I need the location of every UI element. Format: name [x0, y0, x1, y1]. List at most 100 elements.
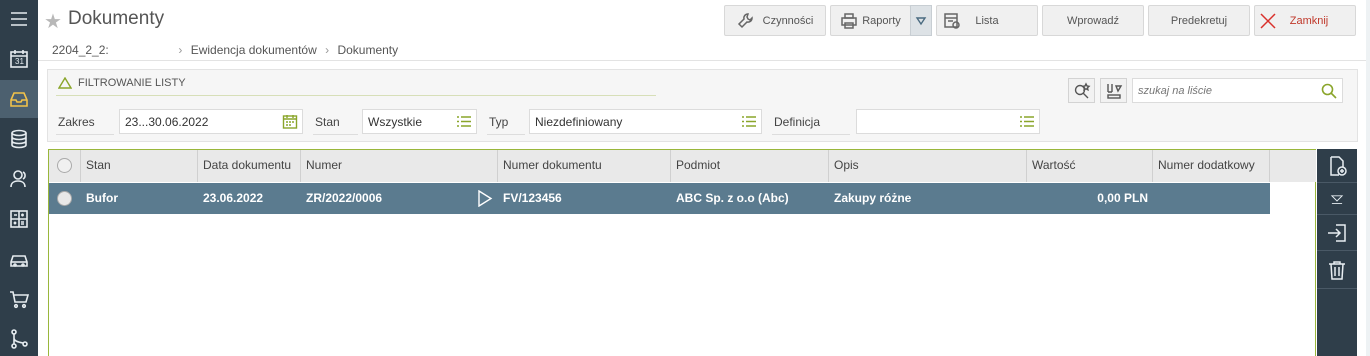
lista-label: Lista [975, 14, 999, 27]
favorite-star-icon[interactable]: ★ [44, 9, 62, 34]
czynnosci-label: Czynności [762, 14, 814, 27]
filter-funnel-icon [1106, 83, 1122, 99]
typ-label-underline [487, 134, 525, 135]
breadcrumb-item-ewidencja[interactable]: Ewidencja dokumentów [191, 43, 317, 57]
filter-head-divider [56, 95, 656, 96]
cell-wartosc: 0,00 PLN [1097, 191, 1148, 205]
search-input[interactable] [1138, 83, 1318, 99]
raporty-label: Raporty [862, 14, 901, 27]
zamknij-label: Zamknij [1289, 14, 1329, 27]
cell-opis: Zakupy różne [834, 191, 912, 205]
import-button[interactable] [1317, 215, 1357, 251]
column-header-data-dokumentu[interactable]: Data dokumentu [197, 150, 300, 182]
predekretuj-button[interactable]: Predekretuj [1148, 5, 1250, 36]
list-settings-icon [944, 13, 960, 29]
breadcrumb: 2204_2_2: › Ewidencja dokumentów › Dokum… [52, 43, 398, 57]
list-icon [457, 116, 471, 127]
app-window: 31 ★ Dokumenty 2204_2_2: › Ewidencja dok… [0, 0, 1370, 356]
column-header-numer[interactable]: Numer [300, 150, 497, 182]
left-navigation: 31 [0, 0, 38, 356]
cell-data-dokumentu: 23.06.2022 [203, 191, 264, 205]
window-right-edge [1366, 0, 1370, 356]
zakres-label-underline [56, 134, 114, 135]
users-icon [10, 170, 26, 188]
zamknij-button[interactable]: Zamknij [1254, 5, 1356, 36]
play-arrow-icon[interactable] [477, 190, 493, 207]
import-icon [1328, 223, 1346, 242]
workflow-icon [11, 329, 28, 349]
cell-numer-dokumentu: FV/123456 [503, 191, 562, 205]
coins-icon [11, 129, 27, 149]
nav-workflow[interactable] [0, 320, 38, 356]
column-header-podmiot[interactable]: Podmiot [670, 150, 828, 182]
column-header-opis[interactable]: Opis [828, 150, 1026, 182]
zakres-value: 23...30.06.2022 [125, 115, 209, 129]
definicja-label-underline [772, 134, 850, 135]
filter-section-label: FILTROWANIE LISTY [78, 77, 186, 89]
column-header-numer-dodatkowy[interactable]: Numer dodatkowy [1152, 150, 1270, 182]
lista-button[interactable]: Lista [936, 5, 1038, 36]
typ-list-button[interactable] [741, 114, 757, 129]
nav-calendar[interactable]: 31 [0, 40, 38, 78]
nav-vehicles[interactable] [0, 240, 38, 278]
definicja-select[interactable] [856, 109, 1040, 134]
breadcrumb-separator-icon: › [178, 43, 183, 57]
nav-documents[interactable] [0, 80, 38, 118]
header-divider [38, 60, 1370, 61]
wprowadz-button[interactable]: Wprowadź [1042, 5, 1144, 36]
wrench-icon [737, 12, 753, 28]
nav-calculations[interactable] [0, 200, 38, 238]
add-document-icon [1330, 155, 1347, 176]
inbox-icon [10, 92, 28, 107]
nav-trade[interactable] [0, 280, 38, 318]
close-icon [1260, 13, 1276, 29]
breadcrumb-item-dokumenty: Dokumenty [337, 43, 399, 57]
calendar-picker-button[interactable] [282, 114, 298, 129]
filter-settings-button[interactable] [1100, 78, 1127, 103]
collapse-triangle-icon [58, 77, 72, 89]
add-document-button[interactable] [1317, 149, 1357, 183]
page-title: Dokumenty [68, 8, 165, 29]
breadcrumb-item-company[interactable]: 2204_2_2: [52, 43, 170, 57]
search-icon[interactable] [1320, 82, 1338, 100]
calculator-icon [10, 210, 28, 228]
grid-actions-panel [1317, 149, 1357, 356]
stan-label-underline [313, 134, 358, 135]
filter-section-toggle[interactable]: FILTROWANIE LISTY [58, 77, 186, 89]
list-icon [1020, 116, 1034, 127]
column-header-wartosc[interactable]: Wartość [1026, 150, 1152, 182]
filter-down-icon [1330, 194, 1344, 204]
printer-icon [841, 12, 857, 29]
stan-label: Stan [315, 115, 340, 129]
definicja-list-button[interactable] [1019, 114, 1035, 129]
cell-stan: Bufor [86, 191, 118, 205]
raporty-button[interactable]: Raporty [830, 5, 911, 36]
advanced-search-button[interactable] [1068, 78, 1095, 103]
raporty-dropdown-button[interactable] [910, 5, 932, 36]
zakres-field[interactable]: 23...30.06.2022 [119, 109, 303, 134]
menu-button[interactable] [0, 0, 38, 38]
delete-button[interactable] [1317, 251, 1357, 289]
stan-value: Wszystkie [368, 115, 422, 129]
nav-contractors[interactable] [0, 160, 38, 198]
car-icon [10, 255, 28, 267]
stan-list-button[interactable] [456, 114, 472, 129]
row-select-checkbox[interactable] [57, 191, 72, 206]
search-star-icon [1074, 81, 1090, 98]
select-all-checkbox[interactable] [57, 158, 72, 173]
more-add-options-button[interactable] [1317, 183, 1357, 215]
breadcrumb-separator-icon: › [325, 43, 330, 57]
column-header-stan[interactable]: Stan [80, 150, 197, 182]
cell-podmiot: ABC Sp. z o.o (Abc) [676, 191, 789, 205]
trash-icon [1329, 260, 1345, 280]
menu-icon [11, 12, 27, 26]
nav-finance[interactable] [0, 120, 38, 158]
stan-select[interactable]: Wszystkie [362, 109, 477, 134]
cart-icon [10, 291, 30, 309]
definicja-label: Definicja [774, 115, 821, 129]
column-header-numer-dokumentu[interactable]: Numer dokumentu [497, 150, 670, 182]
czynnosci-button[interactable]: Czynności [724, 5, 826, 36]
search-field[interactable] [1132, 78, 1343, 103]
wprowadz-label: Wprowadź [1067, 14, 1119, 27]
typ-select[interactable]: Niezdefiniowany [529, 109, 762, 134]
